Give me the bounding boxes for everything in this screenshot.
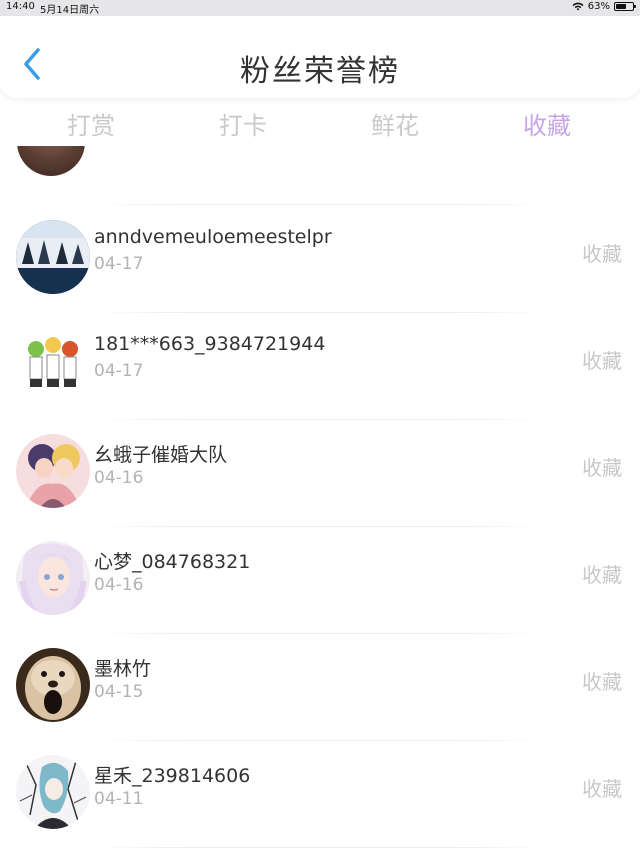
list-item[interactable]: 墨林竹 04-15 收藏 bbox=[0, 634, 640, 741]
list-item[interactable]: 幺蛾子催婚大队 04-16 收藏 bbox=[0, 420, 640, 527]
divider bbox=[90, 204, 550, 205]
fan-date: 04-16 bbox=[94, 468, 144, 488]
avatar bbox=[16, 648, 90, 722]
fan-date: 04-17 bbox=[94, 361, 144, 381]
fan-date: 04-11 bbox=[94, 789, 144, 809]
tab-favorites[interactable]: 收藏 bbox=[523, 106, 571, 141]
fan-action-label: 收藏 bbox=[582, 670, 622, 694]
tab-reward[interactable]: 打赏 bbox=[67, 106, 115, 141]
page-title: 粉丝荣誉榜 bbox=[240, 54, 400, 89]
battery-percent: 63% bbox=[587, 1, 610, 12]
tab-flowers[interactable]: 鲜花 bbox=[371, 106, 419, 141]
status-right: 63% bbox=[572, 1, 636, 12]
fan-action-label: 收藏 bbox=[582, 563, 622, 587]
status-date: 5月14日周六 bbox=[40, 5, 100, 16]
fan-action-label: 收藏 bbox=[582, 777, 622, 801]
battery-icon bbox=[614, 2, 636, 11]
list-item[interactable]: 星禾_239814606 04-11 收藏 bbox=[0, 741, 640, 848]
fan-date: 04-17 bbox=[94, 254, 144, 274]
fan-name: 幺蛾子催婚大队 bbox=[94, 444, 228, 466]
avatar bbox=[16, 755, 90, 829]
fan-name: anndvemeuloemeestelpr bbox=[94, 226, 332, 248]
list-item[interactable]: 181***663_9384721944 04-17 收藏 bbox=[0, 313, 640, 420]
battery-fill bbox=[616, 4, 626, 9]
avatar bbox=[17, 146, 85, 176]
list-item[interactable]: 心梦_084768321 04-16 收藏 bbox=[0, 527, 640, 634]
fan-name: 181***663_9384721944 bbox=[94, 333, 326, 355]
wifi-icon bbox=[572, 2, 584, 11]
fan-action-label: 收藏 bbox=[582, 456, 622, 480]
fan-date: 04-16 bbox=[94, 575, 144, 595]
tab-bar: 打赏 打卡 鲜花 收藏 bbox=[0, 100, 640, 146]
screen: 14:40 5月14日周六 63% 粉丝荣誉榜 打赏 打卡 鲜花 收藏 annd… bbox=[0, 0, 640, 853]
fan-name: 星禾_239814606 bbox=[94, 765, 251, 787]
fan-name: 心梦_084768321 bbox=[94, 551, 251, 573]
avatar bbox=[16, 541, 90, 615]
avatar bbox=[16, 327, 90, 401]
fan-name: 墨林竹 bbox=[94, 658, 152, 680]
divider bbox=[90, 847, 550, 848]
status-bar: 14:40 5月14日周六 63% bbox=[0, 0, 640, 16]
fan-list[interactable]: anndvemeuloemeestelpr 04-17 收藏 181***663… bbox=[0, 146, 640, 853]
list-item[interactable]: anndvemeuloemeestelpr 04-17 收藏 bbox=[0, 206, 640, 313]
fan-date: 04-15 bbox=[94, 682, 144, 702]
avatar bbox=[16, 220, 90, 294]
fan-action-label: 收藏 bbox=[582, 242, 622, 266]
nav-bar: 粉丝荣誉榜 bbox=[0, 16, 640, 98]
tab-checkin[interactable]: 打卡 bbox=[219, 106, 267, 141]
fan-action-label: 收藏 bbox=[582, 349, 622, 373]
avatar bbox=[16, 434, 90, 508]
status-time: 14:40 bbox=[6, 1, 35, 12]
